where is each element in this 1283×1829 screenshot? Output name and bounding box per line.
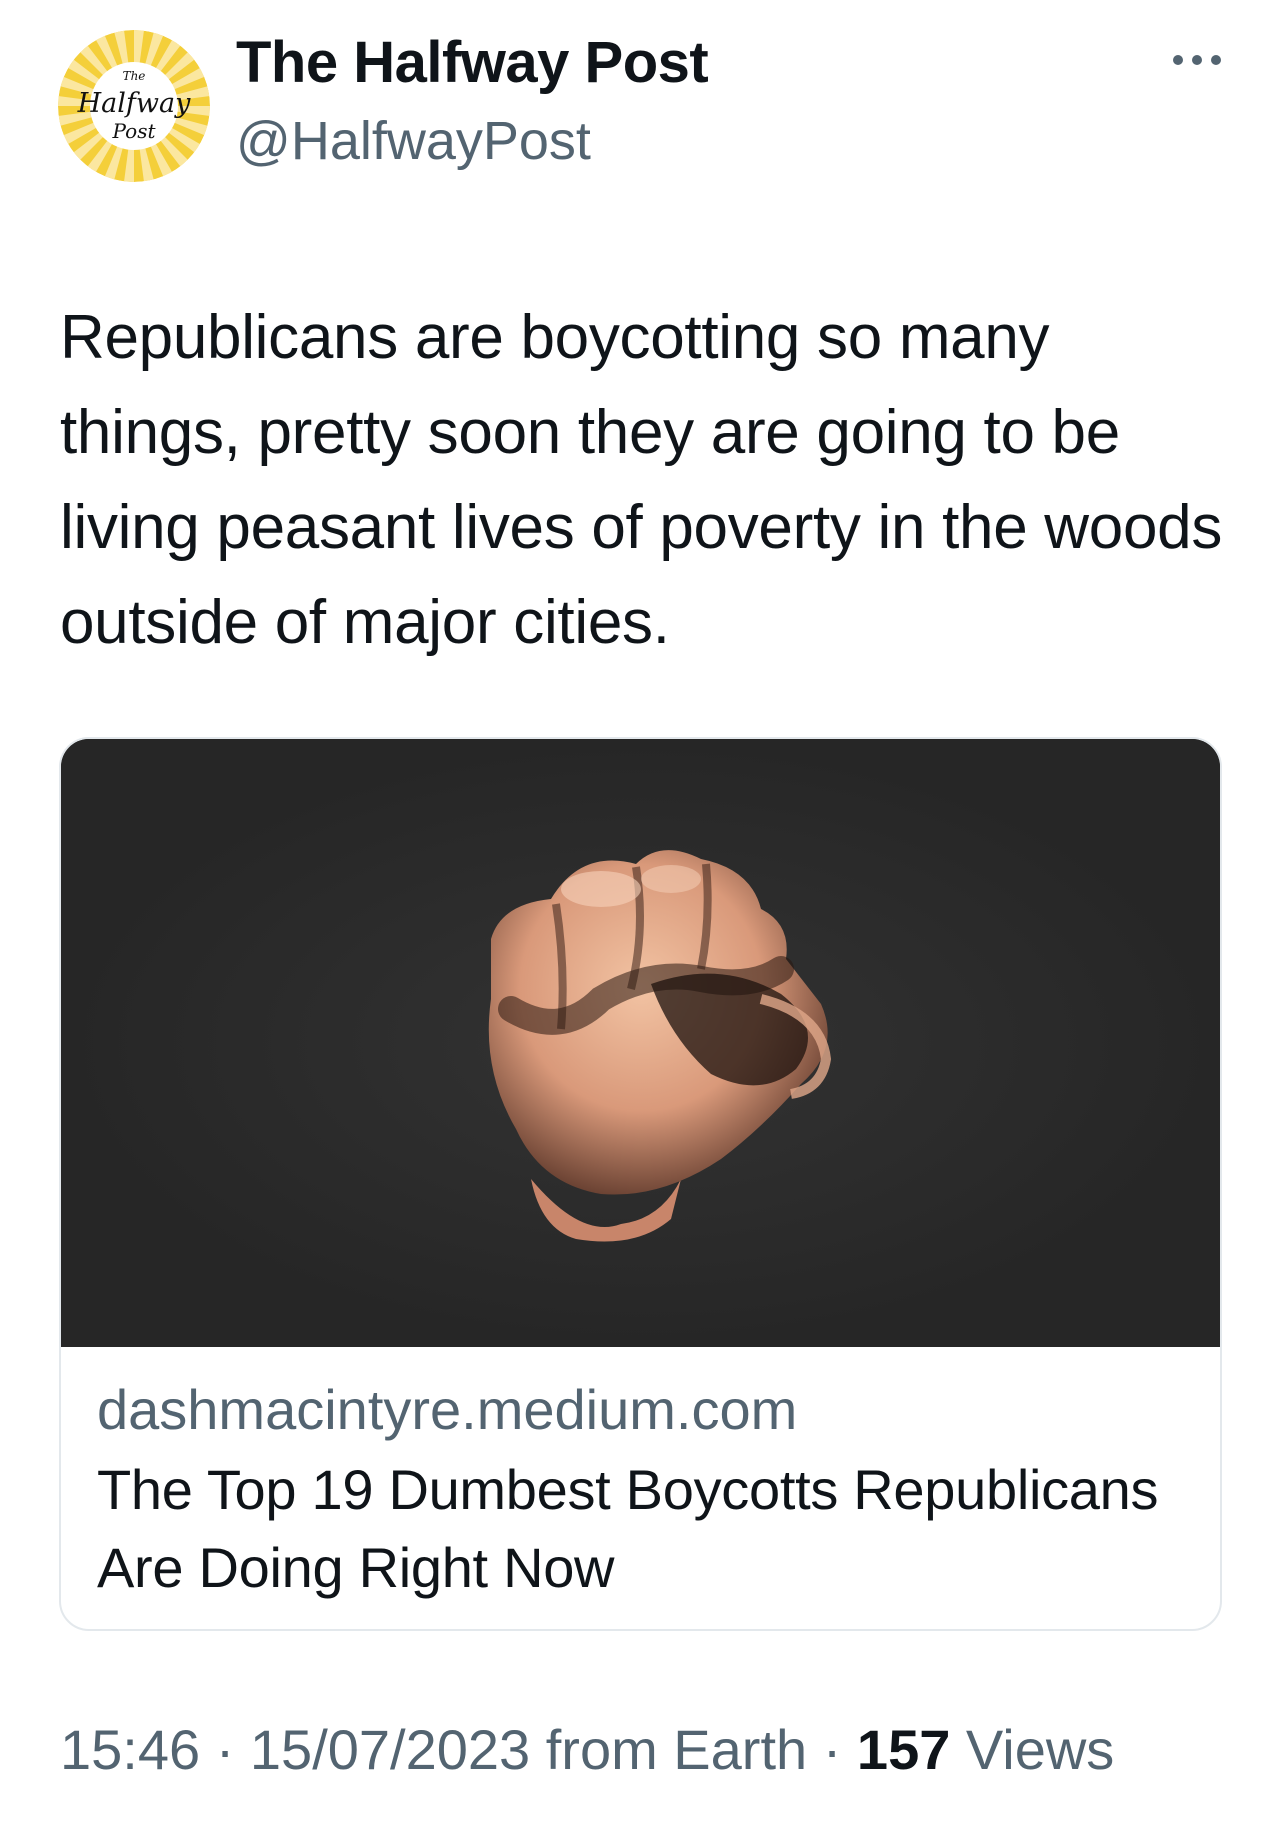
link-preview-card[interactable]: dashmacintyre.medium.com The Top 19 Dumb… [59,737,1222,1631]
more-options-button[interactable] [1170,40,1224,80]
card-domain: dashmacintyre.medium.com [97,1378,798,1441]
card-title: The Top 19 Dumbest Boycotts Republicans … [97,1458,1159,1599]
card-meta: dashmacintyre.medium.com The Top 19 Dumb… [97,1369,1190,1607]
tweet-date[interactable]: 15/07/2023 [250,1718,530,1781]
halfway-post-logo: The Halfway Post [58,30,210,182]
logo-text-post: Post [112,119,157,143]
tweet-source: from Earth [545,1718,808,1781]
views-label: Views [965,1718,1115,1781]
author-handle[interactable]: @HalfwayPost [236,108,591,174]
tweet-meta: 15:46 · 15/07/2023 from Earth · 157 View… [60,1715,1114,1785]
raised-fist-photo [61,739,1220,1347]
logo-text-halfway: Halfway [77,88,191,119]
views-count: 157 [856,1718,951,1781]
meta-separator: · [200,1718,250,1781]
tweet: The Halfway Post The Halfway Post @Halfw… [0,0,1283,1829]
meta-separator: · [807,1718,857,1781]
more-horizontal-icon [1173,55,1221,65]
logo-text-the: The [123,69,146,83]
tweet-time[interactable]: 15:46 [60,1718,200,1781]
card-image [61,739,1220,1347]
author-avatar[interactable]: The Halfway Post [58,30,210,182]
tweet-text: Republicans are boycotting so many thing… [60,303,1223,657]
author-name[interactable]: The Halfway Post [236,28,709,98]
